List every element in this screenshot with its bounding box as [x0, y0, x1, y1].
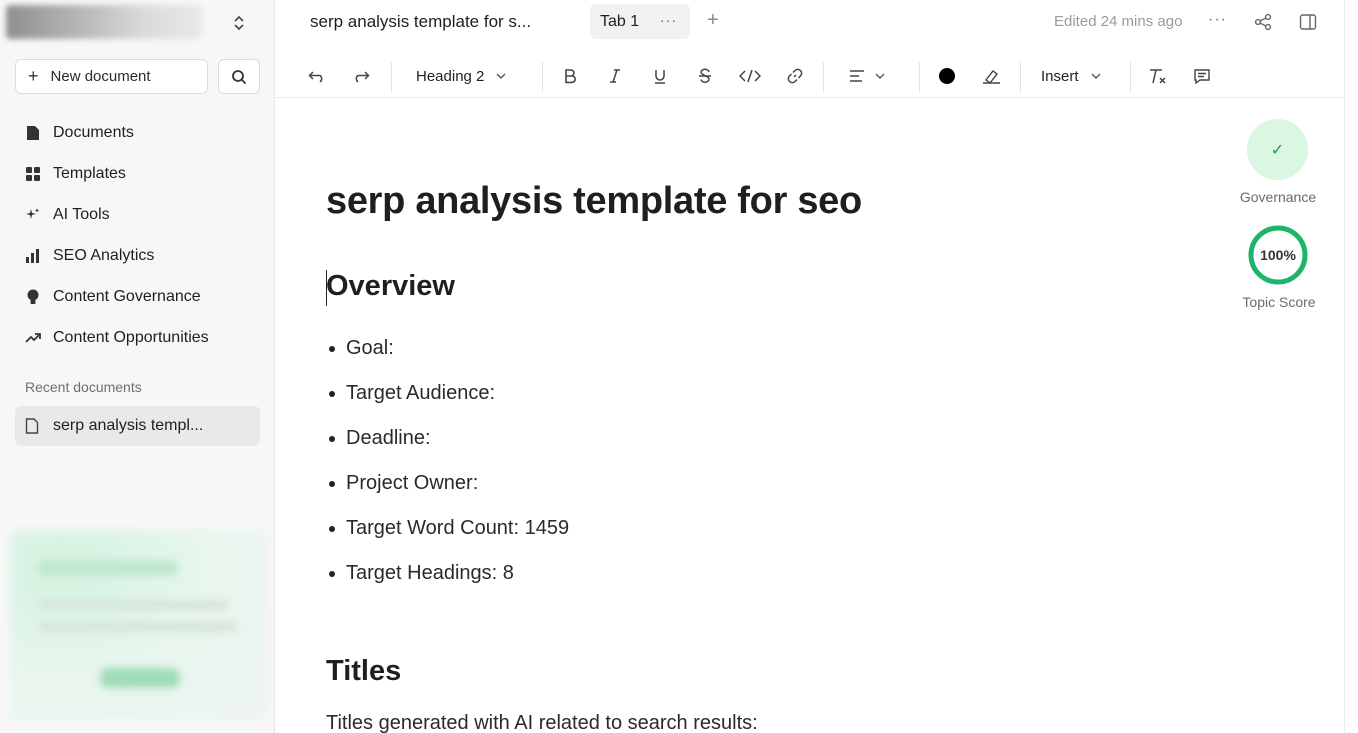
recent-documents-heading: Recent documents [25, 379, 142, 395]
governance-label: Governance [1239, 189, 1317, 205]
search-icon [231, 69, 247, 85]
new-document-label: New document [50, 68, 151, 85]
plus-icon: + [28, 66, 39, 86]
list-item[interactable]: Target Word Count: 1459 [326, 506, 1026, 551]
workspace-switcher[interactable] [6, 4, 266, 40]
sidebar-item-ai-tools[interactable]: AI Tools [15, 194, 260, 235]
text-color-icon[interactable] [937, 66, 957, 86]
titles-paragraph[interactable]: Titles generated with AI related to sear… [326, 712, 758, 733]
sidebar-item-label: AI Tools [53, 205, 110, 223]
governance-badge[interactable]: ✓ [1247, 119, 1308, 180]
list-item[interactable]: Project Owner: [326, 461, 1026, 506]
list-item[interactable]: Goal: [326, 326, 1026, 371]
heading-select[interactable]: Heading 2 [416, 66, 526, 86]
check-icon: ✓ [1270, 141, 1285, 159]
edited-status: Edited 24 mins ago [1054, 13, 1183, 30]
more-options-button[interactable]: ··· [1208, 11, 1227, 29]
sidebar-item-label: Templates [53, 164, 126, 182]
insights-panel: ✓ Governance 100% Topic Score [1235, 0, 1345, 733]
comment-icon[interactable] [1192, 66, 1212, 86]
document-title-tab[interactable]: serp analysis template for s... [310, 12, 531, 32]
grid-icon [25, 166, 41, 182]
underline-icon[interactable] [650, 66, 670, 86]
align-left-icon [849, 70, 865, 82]
sidebar-item-content-governance[interactable]: Content Governance [15, 276, 260, 317]
tab-more-icon[interactable]: ··· [660, 12, 677, 28]
chevron-down-icon [496, 73, 506, 79]
trend-up-icon [25, 330, 41, 346]
document-icon [25, 125, 41, 141]
list-item[interactable]: Target Audience: [326, 371, 1026, 416]
bold-icon[interactable] [560, 66, 580, 86]
topic-score-value: 100% [1260, 247, 1296, 263]
lightbulb-icon [25, 289, 41, 305]
add-tab-button[interactable]: + [707, 9, 719, 32]
clear-format-icon[interactable] [1147, 66, 1169, 86]
chevron-down-icon [1091, 73, 1101, 79]
overview-list: Goal: Target Audience: Deadline: Project… [326, 326, 1026, 596]
sidebar-item-content-opportunities[interactable]: Content Opportunities [15, 317, 260, 358]
heading-select-value: Heading 2 [416, 67, 485, 85]
insert-menu-button[interactable]: Insert [1041, 66, 1111, 86]
code-icon[interactable] [738, 66, 762, 86]
sidebar-item-label: SEO Analytics [53, 246, 155, 264]
chevron-down-icon [875, 73, 885, 79]
insert-label: Insert [1041, 67, 1079, 85]
search-button[interactable] [218, 59, 260, 94]
sidebar-item-label: Documents [53, 123, 134, 141]
app-window: + New document Documents Templates AI To… [0, 0, 1358, 733]
strikethrough-icon[interactable] [695, 66, 715, 86]
text-caret [326, 270, 327, 306]
redo-icon[interactable] [351, 66, 371, 86]
list-item[interactable]: Target Headings: 8 [326, 551, 1026, 596]
editor-main: serp analysis template for s... Tab 1 ··… [275, 0, 1358, 733]
sidebar-nav: Documents Templates AI Tools SEO Analyti… [15, 112, 260, 358]
sidebar-item-label: Content Governance [53, 287, 201, 305]
sidebar: + New document Documents Templates AI To… [0, 0, 275, 733]
align-select[interactable] [849, 66, 893, 86]
link-icon[interactable] [785, 66, 805, 86]
heading-overview[interactable]: Overview [326, 270, 455, 303]
tab-1[interactable]: Tab 1 ··· [590, 4, 690, 39]
formatting-toolbar: Heading 2 Insert [275, 54, 1345, 98]
new-document-button[interactable]: + New document [15, 59, 208, 94]
undo-icon[interactable] [307, 66, 327, 86]
italic-icon[interactable] [605, 66, 625, 86]
topic-score-label: Topic Score [1242, 294, 1316, 310]
highlighter-icon[interactable] [981, 66, 1003, 86]
recent-document-item[interactable]: serp analysis templ... [15, 406, 260, 446]
document-title[interactable]: serp analysis template for seo [326, 180, 862, 223]
list-item[interactable]: Deadline: [326, 416, 1026, 461]
chevron-updown-icon [232, 14, 246, 32]
promo-card-blurred [10, 530, 266, 720]
heading-titles[interactable]: Titles [326, 655, 401, 688]
workspace-name-redacted [6, 5, 202, 39]
file-outline-icon [25, 418, 41, 434]
bar-chart-icon [25, 248, 41, 264]
sidebar-item-seo-analytics[interactable]: SEO Analytics [15, 235, 260, 276]
topic-score-ring[interactable]: 100% [1248, 225, 1308, 285]
recent-document-label: serp analysis templ... [53, 417, 204, 434]
sparkle-icon [25, 207, 41, 223]
sidebar-item-templates[interactable]: Templates [15, 153, 260, 194]
sidebar-item-documents[interactable]: Documents [15, 112, 260, 153]
tab-label: Tab 1 [600, 12, 640, 30]
top-bar: serp analysis template for s... Tab 1 ··… [275, 0, 1358, 44]
sidebar-item-label: Content Opportunities [53, 328, 209, 346]
